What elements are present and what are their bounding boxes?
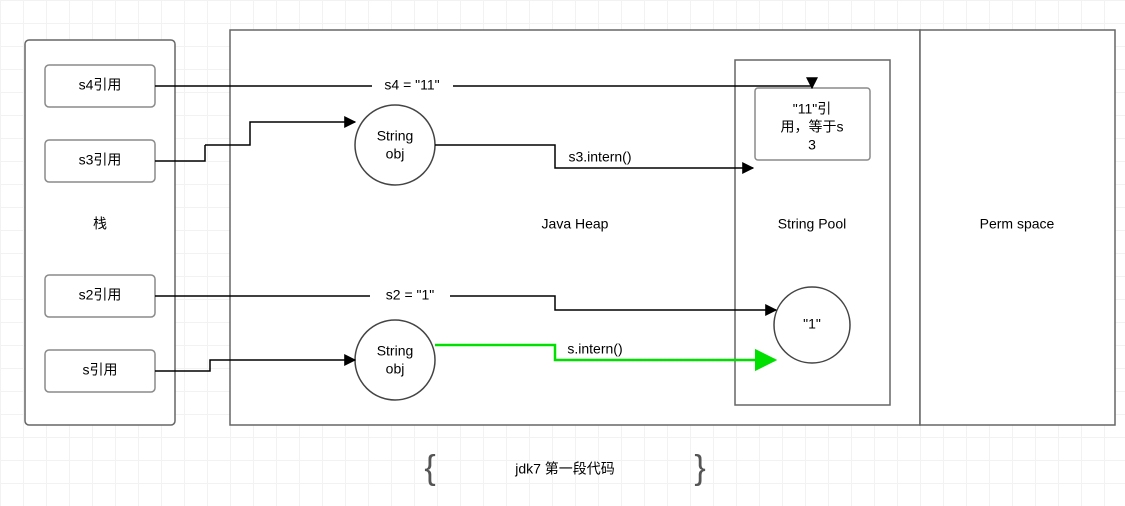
edge-s4-label: s4 = "11" bbox=[384, 77, 439, 93]
edge-s3-intern-label: s3.intern() bbox=[568, 149, 631, 165]
pool-ref11-l3: 3 bbox=[808, 137, 816, 153]
stack-label-s3: s3引用 bbox=[79, 152, 122, 168]
string-obj-bottom-l1: String bbox=[377, 343, 414, 359]
heap-title: Java Heap bbox=[542, 216, 609, 232]
pool-ref11-l2: 用，等于s bbox=[781, 119, 844, 135]
brace-left-icon: { bbox=[424, 449, 435, 487]
stack-label-s2: s2引用 bbox=[79, 287, 122, 303]
perm-region: Perm space bbox=[920, 30, 1115, 425]
string-obj-bottom-l2: obj bbox=[386, 361, 405, 377]
diagram-canvas: 栈 s4引用 s3引用 s2引用 s引用 Java Heap String Po… bbox=[0, 0, 1125, 506]
pool-one-label: "1" bbox=[803, 316, 821, 332]
edge-s2-label: s2 = "1" bbox=[386, 287, 434, 303]
edge-s-intern-label: s.intern() bbox=[567, 341, 622, 357]
string-obj-top-l2: obj bbox=[386, 146, 405, 162]
brace-right-icon: } bbox=[694, 449, 705, 487]
string-obj-top-l1: String bbox=[377, 128, 414, 144]
caption-text: jdk7 第一段代码 bbox=[514, 461, 615, 477]
perm-title: Perm space bbox=[980, 216, 1055, 232]
stack-region: 栈 s4引用 s3引用 s2引用 s引用 bbox=[25, 40, 175, 425]
string-pool-title: String Pool bbox=[778, 216, 846, 232]
pool-ref11-l1: "11"引 bbox=[793, 101, 831, 117]
stack-label-s: s引用 bbox=[83, 362, 118, 378]
stack-title: 栈 bbox=[93, 216, 107, 232]
caption-region: { jdk7 第一段代码 } bbox=[424, 449, 705, 487]
stack-label-s4: s4引用 bbox=[79, 77, 122, 93]
